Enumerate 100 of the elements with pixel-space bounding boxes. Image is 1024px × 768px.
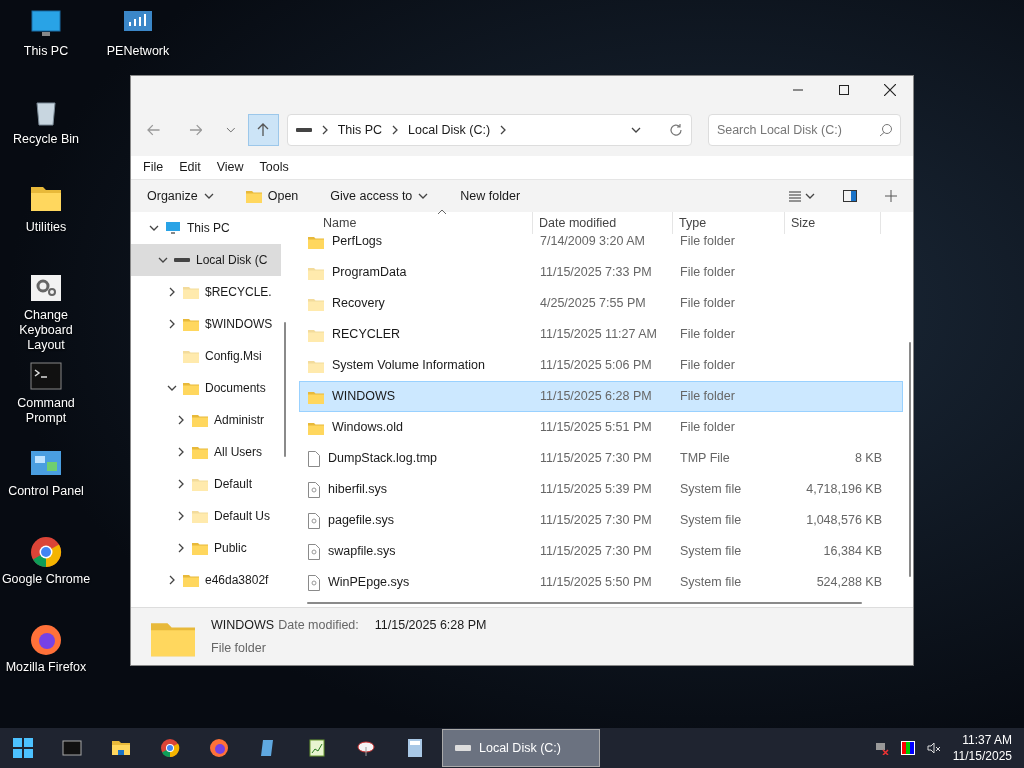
file-name: pagefile.sys: [328, 512, 394, 530]
tree-item[interactable]: Local Disk (C: [131, 244, 281, 276]
scrollbar-thumb[interactable]: [307, 601, 862, 604]
clock-date[interactable]: 11/15/2025: [952, 748, 1012, 764]
desktop-icon-label[interactable]: Utilities: [25, 220, 67, 235]
date-cell-text: 11/15/2025 5:39 PM: [539, 481, 653, 499]
chrome-icon[interactable]: [30, 536, 62, 568]
sort-up-icon: [437, 209, 447, 215]
desktop-icon-label[interactable]: Control Panel: [8, 484, 84, 499]
file-row[interactable]: pagefile.sys 11/15/2025 7:30 PM System file 1,048,576 KB: [299, 505, 903, 536]
cmd-app-icon[interactable]: [62, 738, 82, 758]
file-row[interactable]: WinPEpge.sys 11/15/2025 5:50 PM System file 524,288 KB: [299, 567, 903, 598]
desktop-icon-label[interactable]: Change Keyboard Layout: [0, 308, 92, 353]
chevron-right-icon[interactable]: [167, 575, 177, 585]
taskbar-window-button[interactable]: Local Disk (C:): [442, 729, 600, 767]
desktop-icon-label[interactable]: Recycle Bin: [13, 132, 79, 147]
chevron-down-icon[interactable]: [149, 223, 159, 233]
chevron-right-icon[interactable]: [176, 447, 186, 457]
chevron-right-icon[interactable]: [176, 415, 186, 425]
tree-item[interactable]: Public: [131, 532, 281, 564]
firefox-icon[interactable]: [30, 624, 62, 656]
toolbar-button[interactable]: Open: [237, 182, 307, 210]
tree-item[interactable]: This PC: [131, 212, 281, 244]
column-header[interactable]: Date modified: [533, 212, 673, 234]
menu-item[interactable]: Edit: [171, 158, 209, 177]
address-bar[interactable]: This PC Local Disk (C:): [286, 114, 692, 146]
start-icon[interactable]: [13, 738, 33, 758]
desktop-icon-label[interactable]: PENetwork: [106, 44, 170, 59]
tree-item[interactable]: $RECYCLE.: [131, 276, 281, 308]
chrome-app-icon[interactable]: [160, 738, 180, 758]
refresh-icon[interactable]: [668, 123, 683, 137]
file-row[interactable]: Windows.old 11/15/2025 5:51 PM File folder: [299, 412, 903, 443]
back-arrow-icon[interactable]: [147, 123, 161, 137]
desktop-icon-label[interactable]: Command Prompt: [0, 396, 92, 426]
folder-icon: [245, 188, 262, 204]
scrollbar-thumb[interactable]: [909, 342, 911, 577]
cmd-icon[interactable]: [30, 360, 62, 392]
address-dropdown-icon[interactable]: [630, 125, 641, 135]
clock-time[interactable]: 11:37 AM: [962, 732, 1012, 748]
file-row[interactable]: ProgramData 11/15/2025 7:33 PM File folder: [299, 257, 903, 288]
chevron-right-icon[interactable]: [167, 287, 177, 297]
up-button[interactable]: [247, 114, 279, 146]
view-dropdown-icon[interactable]: [805, 191, 815, 201]
desktop-icon-label[interactable]: This PC: [23, 44, 69, 59]
tree-item[interactable]: Administr: [131, 404, 281, 436]
breadcrumb[interactable]: This PC: [337, 120, 383, 140]
tree-item[interactable]: $WINDOWS: [131, 308, 281, 340]
color-display-icon[interactable]: [900, 741, 915, 755]
menu-item[interactable]: View: [208, 158, 252, 177]
preview-pane-icon[interactable]: [843, 190, 857, 202]
desktop-icon-label[interactable]: Google Chrome: [1, 572, 91, 587]
file-row[interactable]: System Volume Information 11/15/2025 5:06 PM File folder: [299, 350, 903, 381]
file-row[interactable]: Recovery 4/25/2025 7:55 PM File folder: [299, 288, 903, 319]
menu-item[interactable]: Tools: [251, 158, 297, 177]
calculator-app-icon[interactable]: [405, 738, 425, 758]
column-header[interactable]: Name: [299, 212, 533, 234]
tree-label: Local Disk (C: [196, 252, 268, 269]
toolbar-button[interactable]: Give access to: [322, 182, 437, 210]
dropdown-chevron-icon[interactable]: [203, 191, 214, 201]
tree-label: Documents: [205, 380, 266, 397]
view-list-icon[interactable]: [789, 190, 801, 202]
tree-item[interactable]: Default Us: [131, 500, 281, 532]
tree-item[interactable]: Config.Msi: [131, 340, 281, 372]
file-row[interactable]: DumpStack.log.tmp 11/15/2025 7:30 PM TMP File 8 KB: [299, 443, 903, 474]
file-row[interactable]: swapfile.sys 11/15/2025 7:30 PM System file 16,384 KB: [299, 536, 903, 567]
speaker-muted-icon[interactable]: [926, 741, 941, 755]
chart-app-icon[interactable]: [307, 738, 327, 758]
file-row[interactable]: hiberfil.sys 11/15/2025 5:39 PM System file 4,718,196 KB: [299, 474, 903, 505]
chevron-right-icon[interactable]: [167, 319, 177, 329]
scrollbar-thumb[interactable]: [284, 322, 286, 457]
file-row[interactable]: RECYCLER 11/15/2025 11:27 AM File folder: [299, 319, 903, 350]
search-field[interactable]: Search Local Disk (C:): [707, 114, 901, 146]
tree-item[interactable]: All Users: [131, 436, 281, 468]
chevron-right-icon[interactable]: [176, 479, 186, 489]
explorer-app-icon[interactable]: [111, 738, 131, 758]
file-row[interactable]: WINDOWS 11/15/2025 6:28 PM File folder: [299, 381, 903, 412]
tree-item[interactable]: Documents: [131, 372, 281, 404]
chevron-down-icon[interactable]: [167, 383, 177, 393]
chevron-right-icon[interactable]: [176, 543, 186, 553]
toolbar-button[interactable]: Organize: [139, 182, 222, 210]
tree-item[interactable]: e46da3802f: [131, 564, 281, 596]
recent-chevron-icon[interactable]: [226, 125, 236, 135]
paint-app-icon[interactable]: [356, 738, 376, 758]
breadcrumb[interactable]: Local Disk (C:): [408, 120, 491, 140]
size-cell-text: 16,384 KB: [822, 543, 882, 561]
dropdown-chevron-icon[interactable]: [418, 191, 429, 201]
column-header[interactable]: Size: [785, 212, 881, 234]
plus-icon[interactable]: [885, 190, 897, 202]
details-date: 11/15/2025 6:28 PM: [374, 617, 487, 634]
tree-item[interactable]: Default: [131, 468, 281, 500]
gear-icon[interactable]: [30, 272, 62, 304]
column-header[interactable]: Type: [673, 212, 785, 234]
toolbar-button[interactable]: New folder: [452, 182, 529, 210]
chevron-right-icon[interactable]: [176, 511, 186, 521]
chevron-down-icon[interactable]: [158, 255, 168, 265]
menu-item[interactable]: File: [135, 158, 172, 177]
desktop-icon-label[interactable]: Mozilla Firefox: [5, 660, 87, 675]
network-warning-icon[interactable]: [874, 741, 889, 755]
firefox-app-icon[interactable]: [209, 738, 229, 758]
folder-icon: [192, 444, 208, 460]
